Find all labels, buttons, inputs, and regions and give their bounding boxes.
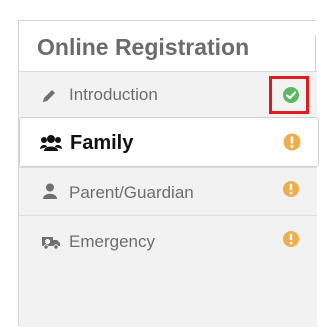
title-divider bbox=[315, 35, 316, 71]
nav-item-emergency[interactable]: Emergency bbox=[19, 215, 317, 327]
exclamation-circle-icon bbox=[282, 230, 300, 248]
exclamation-circle-icon bbox=[283, 133, 301, 151]
nav-item-label: Emergency bbox=[69, 232, 155, 251]
user-icon bbox=[41, 183, 59, 199]
pencil-icon bbox=[41, 88, 59, 104]
nav-item-family[interactable]: Family bbox=[19, 117, 319, 167]
nav-item-label: Introduction bbox=[69, 85, 158, 104]
registration-panel: Online Registration Introduction Family … bbox=[18, 20, 319, 327]
panel-title: Online Registration bbox=[37, 34, 250, 60]
nav-item-label: Parent/Guardian bbox=[69, 183, 194, 202]
highlight-box bbox=[269, 76, 309, 114]
ambulance-icon bbox=[41, 234, 61, 250]
nav-item-label: Family bbox=[70, 132, 134, 154]
users-icon bbox=[40, 134, 62, 152]
nav-item-parent-guardian[interactable]: Parent/Guardian bbox=[19, 167, 317, 215]
nav-item-introduction[interactable]: Introduction bbox=[19, 71, 317, 117]
exclamation-circle-icon bbox=[282, 180, 300, 198]
